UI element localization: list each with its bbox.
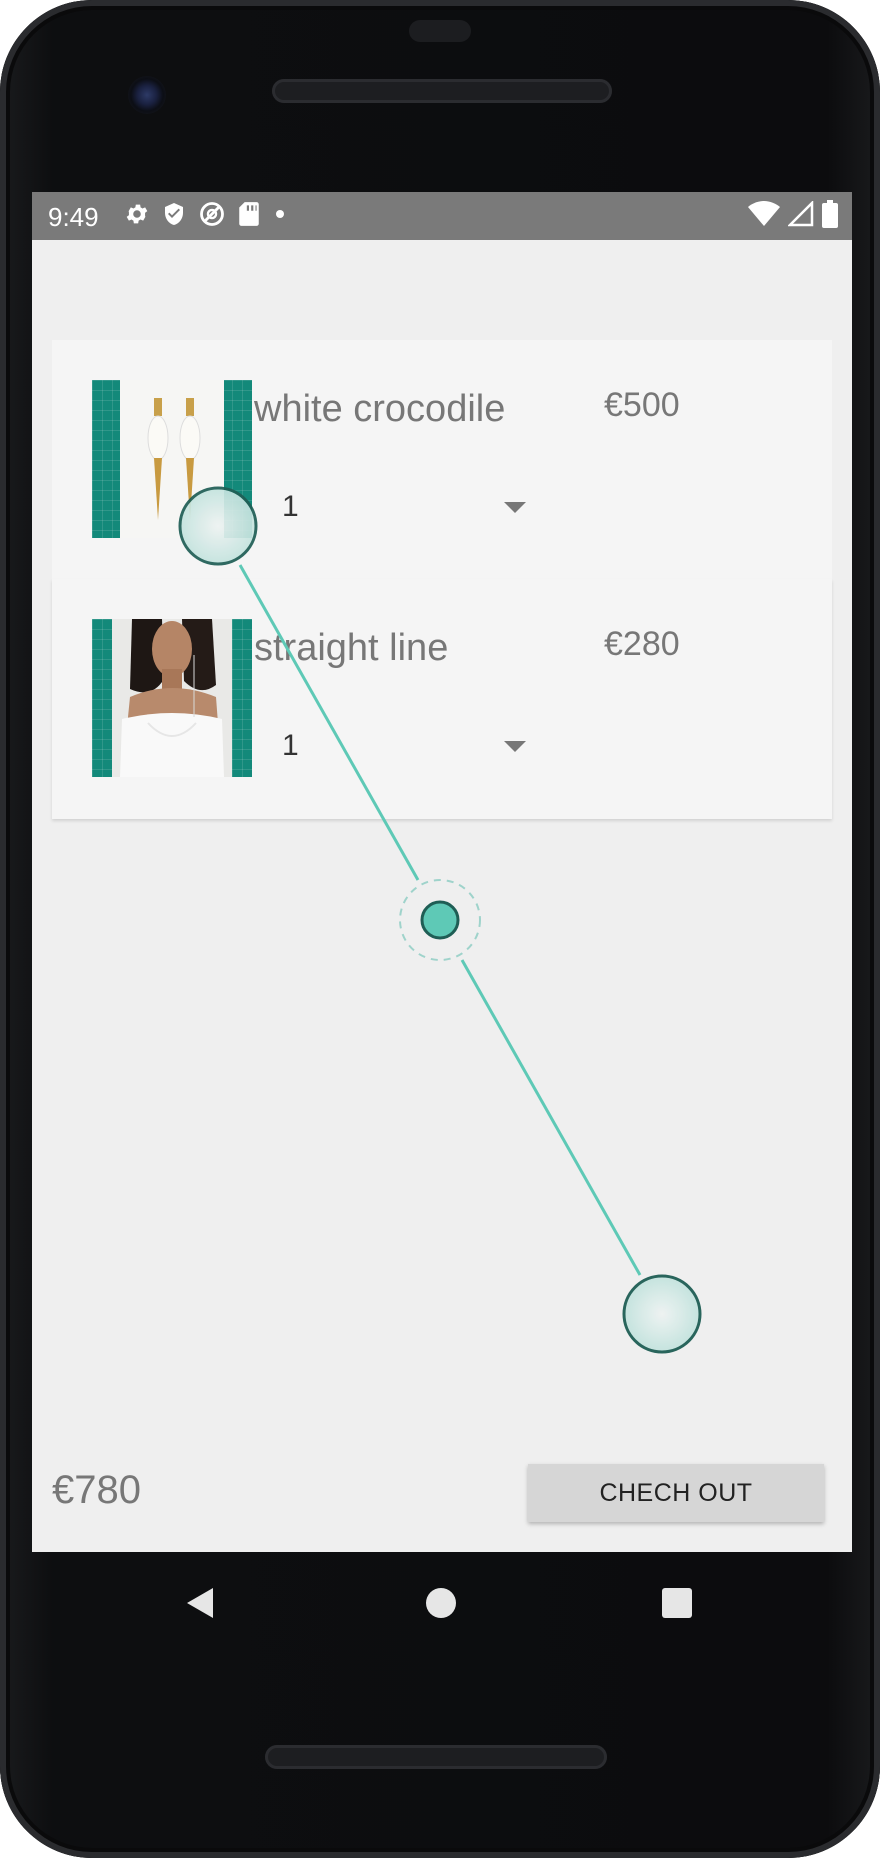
app-screen: 9:49 white crocodile €500 1 straight lin…: [32, 192, 852, 1552]
product-name: white crocodile: [254, 388, 506, 430]
recents-icon[interactable]: [662, 1588, 692, 1618]
chevron-down-icon[interactable]: [504, 741, 526, 752]
product-price: €500: [604, 386, 680, 424]
dot-icon: [272, 206, 288, 227]
signal-icon: [786, 199, 814, 232]
sd-card-icon: [238, 201, 260, 232]
cart-item[interactable]: straight line €280 1: [52, 579, 832, 819]
home-icon[interactable]: [426, 1588, 456, 1618]
gear-icon: [124, 201, 150, 232]
chevron-down-icon[interactable]: [504, 502, 526, 513]
bottom-speaker: [265, 1745, 607, 1769]
cart-item[interactable]: white crocodile €500 1: [52, 340, 832, 580]
circle-slash-icon: [198, 200, 226, 233]
status-right-icons: [748, 199, 838, 233]
front-camera: [128, 76, 166, 114]
shield-icon: [162, 201, 186, 232]
status-time: 9:49: [48, 202, 99, 232]
battery-icon: [822, 199, 838, 233]
checkout-button[interactable]: CHECH OUT: [528, 1464, 824, 1522]
back-icon[interactable]: [187, 1588, 213, 1618]
wifi-icon: [748, 200, 780, 232]
quantity-dropdown[interactable]: 1: [282, 490, 299, 524]
quantity-dropdown[interactable]: 1: [282, 729, 299, 763]
navigation-bar: [32, 1552, 852, 1652]
status-bar: 9:49: [32, 192, 852, 240]
top-speaker: [272, 79, 612, 103]
cart-total: €780: [52, 1468, 141, 1512]
phone-frame: 9:49 white crocodile €500 1 straight lin…: [0, 0, 880, 1858]
product-price: €280: [604, 625, 680, 663]
sensor-slot: [409, 20, 471, 42]
earrings-image: [92, 380, 252, 538]
status-left-icons: [124, 200, 288, 232]
model-image: [92, 619, 252, 777]
product-name: straight line: [254, 627, 449, 669]
